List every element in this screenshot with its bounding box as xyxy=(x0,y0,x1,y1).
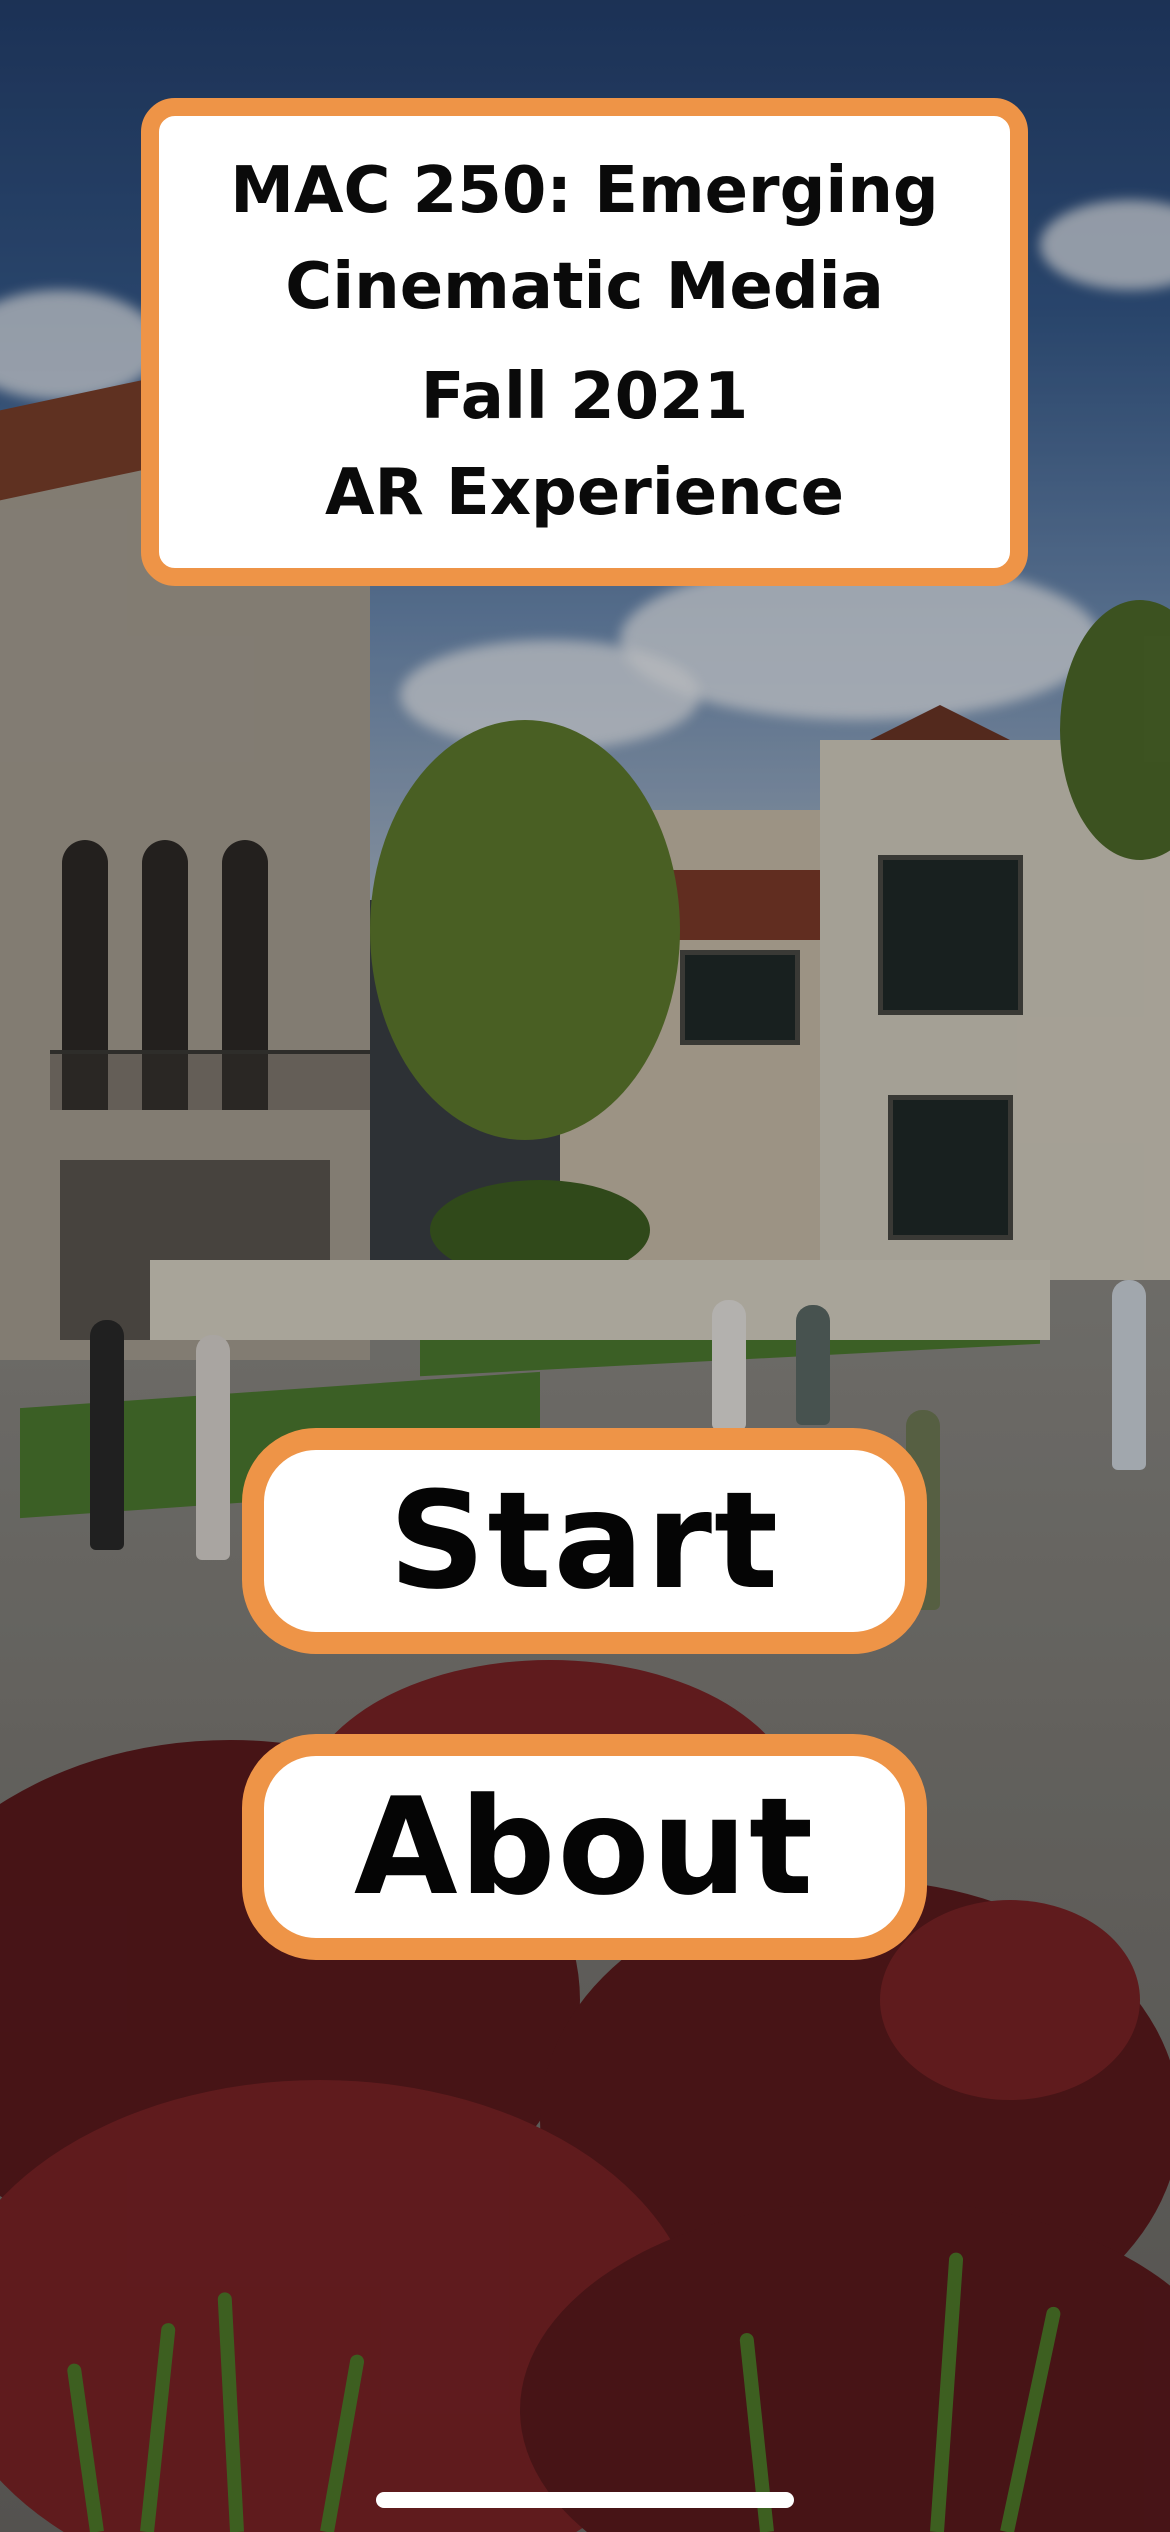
about-button[interactable]: About xyxy=(242,1734,927,1960)
term-label: Fall 2021 xyxy=(420,360,749,434)
home-indicator[interactable] xyxy=(376,2492,794,2508)
start-button[interactable]: Start xyxy=(242,1428,927,1654)
course-title-line-1: MAC 250: Emerging xyxy=(230,154,939,228)
about-button-label: About xyxy=(353,1769,816,1925)
course-title-line-2: Cinematic Media xyxy=(285,250,884,324)
start-button-label: Start xyxy=(388,1463,781,1619)
title-card: MAC 250: Emerging Cinematic Media Fall 2… xyxy=(141,98,1028,586)
experience-subtitle: AR Experience xyxy=(324,456,845,530)
